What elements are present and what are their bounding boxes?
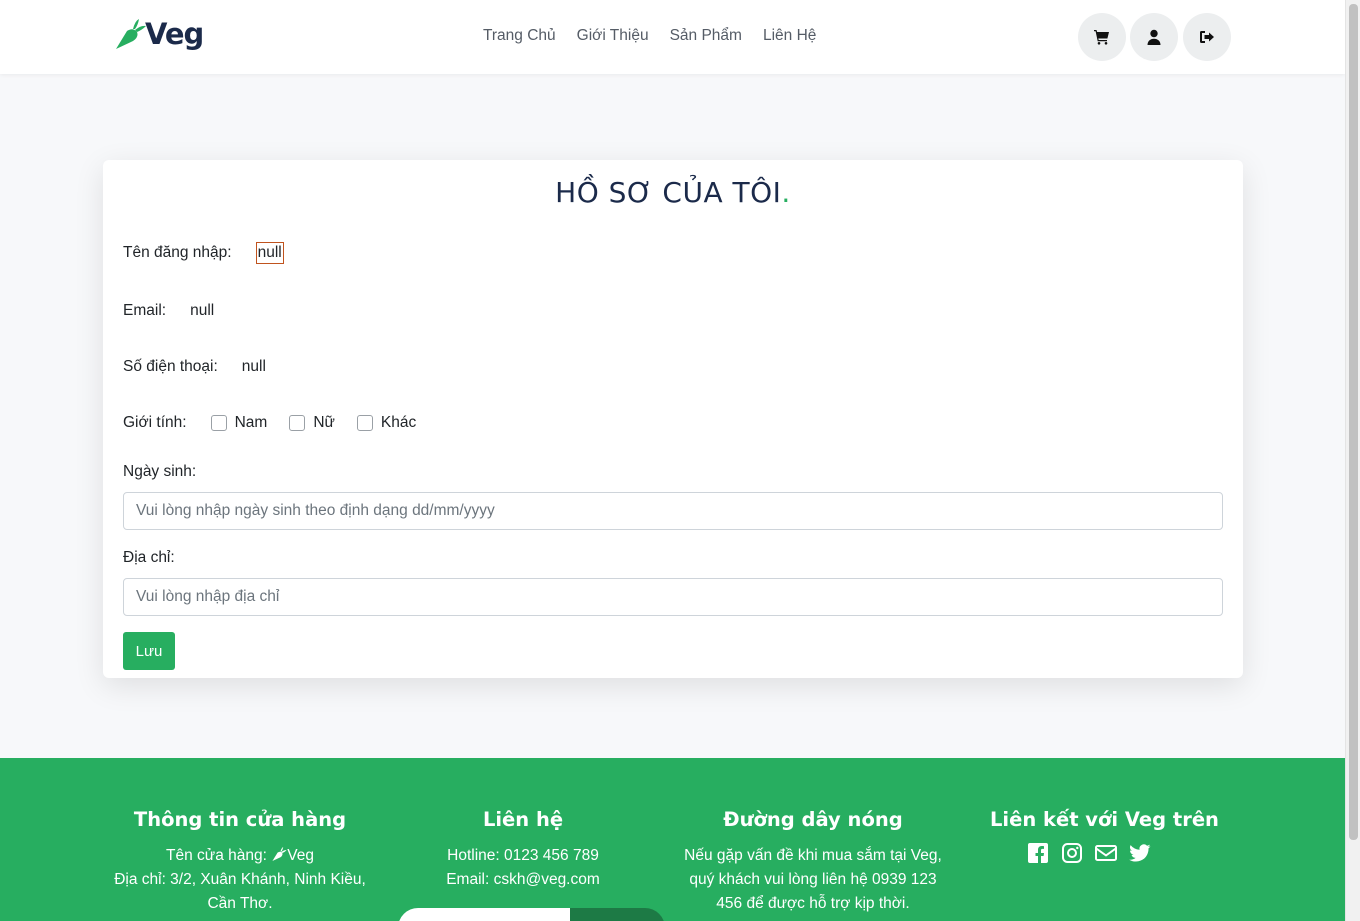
cart-button[interactable] — [1078, 13, 1126, 61]
birthday-label: Ngày sinh: — [123, 463, 197, 480]
carrot-logo-icon — [116, 19, 146, 49]
email-value: null — [190, 302, 215, 319]
page-scrollbar[interactable] — [1345, 0, 1360, 921]
twitter-icon[interactable] — [1129, 842, 1151, 864]
footer-store-info: Thông tin cửa hàng Tên cửa hàng: Veg Địa… — [110, 808, 370, 916]
logout-button[interactable] — [1183, 13, 1231, 61]
footer-store-brand: Veg — [287, 847, 314, 864]
social-links — [990, 842, 1188, 864]
user-icon — [1147, 29, 1161, 45]
gender-male-label: Nam — [234, 414, 268, 431]
gender-other-checkbox[interactable] — [356, 415, 373, 431]
brand-name: Veg — [145, 17, 204, 51]
email-row: Email: null — [123, 302, 214, 320]
footer-contact-title: Liên hệ — [482, 808, 564, 831]
brand-logo[interactable]: Veg — [113, 17, 204, 51]
gender-male-checkbox[interactable] — [210, 415, 227, 431]
username-row: Tên đăng nhập: null — [123, 242, 284, 264]
username-label: Tên đăng nhập: — [123, 244, 232, 261]
footer-store-name: Tên cửa hàng: Veg — [166, 846, 314, 864]
gender-female-label: Nữ — [313, 414, 335, 431]
gender-other-label: Khác — [380, 414, 417, 431]
gender-female-checkbox[interactable] — [289, 415, 306, 431]
nav-item-about[interactable]: Giới Thiệu — [577, 27, 649, 45]
profile-card: HỒ SƠ CỦA TÔI. Tên đăng nhập: null Email… — [103, 160, 1243, 678]
gender-option-other[interactable]: Khác — [356, 414, 417, 432]
username-value[interactable]: null — [255, 242, 284, 264]
footer-store-title: Thông tin cửa hàng — [133, 808, 347, 831]
phone-value: null — [241, 358, 266, 375]
footer-social: Liên kết với Veg trên — [990, 808, 1219, 864]
email-icon[interactable] — [1095, 842, 1117, 864]
title-dot: . — [781, 176, 791, 209]
footer-hotline-title: Đường dây nóng — [723, 808, 903, 831]
facebook-icon[interactable] — [1027, 842, 1049, 864]
save-button[interactable]: Lưu — [123, 632, 175, 670]
footer-email: Email: cskh@veg.com — [446, 871, 600, 888]
gender-label: Giới tính: — [123, 414, 187, 431]
newsletter-button[interactable] — [570, 908, 665, 921]
account-button[interactable] — [1130, 13, 1178, 61]
phone-label: Số điện thoại: — [123, 358, 218, 375]
cart-icon — [1094, 30, 1109, 45]
newsletter-input[interactable] — [398, 908, 578, 921]
top-navbar: Veg Trang Chủ Giới Thiệu Sản Phẩm Liên H… — [0, 0, 1345, 74]
birthday-input[interactable] — [123, 492, 1223, 530]
nav-item-contact[interactable]: Liên Hệ — [763, 27, 816, 45]
footer-social-title: Liên kết với Veg trên — [990, 808, 1219, 831]
nav-item-products[interactable]: Sản Phẩm — [670, 27, 742, 45]
gender-option-male[interactable]: Nam — [210, 414, 268, 432]
main-nav: Trang Chủ Giới Thiệu Sản Phẩm Liên Hệ — [483, 27, 837, 45]
newsletter-form — [398, 908, 665, 921]
scrollbar-thumb[interactable] — [1349, 4, 1358, 840]
footer-store-address: Địa chỉ: 3/2, Xuân Khánh, Ninh Kiều, Cần… — [114, 871, 366, 912]
gender-row: Giới tính: Nam Nữ Khác — [123, 414, 416, 432]
carrot-logo-icon — [272, 846, 287, 862]
instagram-icon[interactable] — [1061, 842, 1083, 864]
logout-icon — [1200, 31, 1214, 43]
footer-hotline-section: Đường dây nóng Nếu gặp vấn đề khi mua sắ… — [675, 808, 951, 916]
site-footer: Thông tin cửa hàng Tên cửa hàng: Veg Địa… — [0, 758, 1345, 921]
address-label: Địa chỉ: — [123, 549, 175, 566]
footer-hotline-text: Nếu gặp vấn đề khi mua sắm tại Veg, quý … — [684, 847, 942, 912]
address-input[interactable] — [123, 578, 1223, 616]
footer-hotline: Hotline: 0123 456 789 — [447, 847, 599, 864]
page-title: HỒ SƠ CỦA TÔI. — [555, 176, 791, 209]
email-label: Email: — [123, 302, 167, 319]
nav-item-home[interactable]: Trang Chủ — [483, 27, 556, 45]
phone-row: Số điện thoại: null — [123, 358, 266, 376]
footer-contact: Liên hệ Hotline: 0123 456 789 Email: csk… — [423, 808, 623, 892]
gender-option-female[interactable]: Nữ — [289, 414, 335, 432]
